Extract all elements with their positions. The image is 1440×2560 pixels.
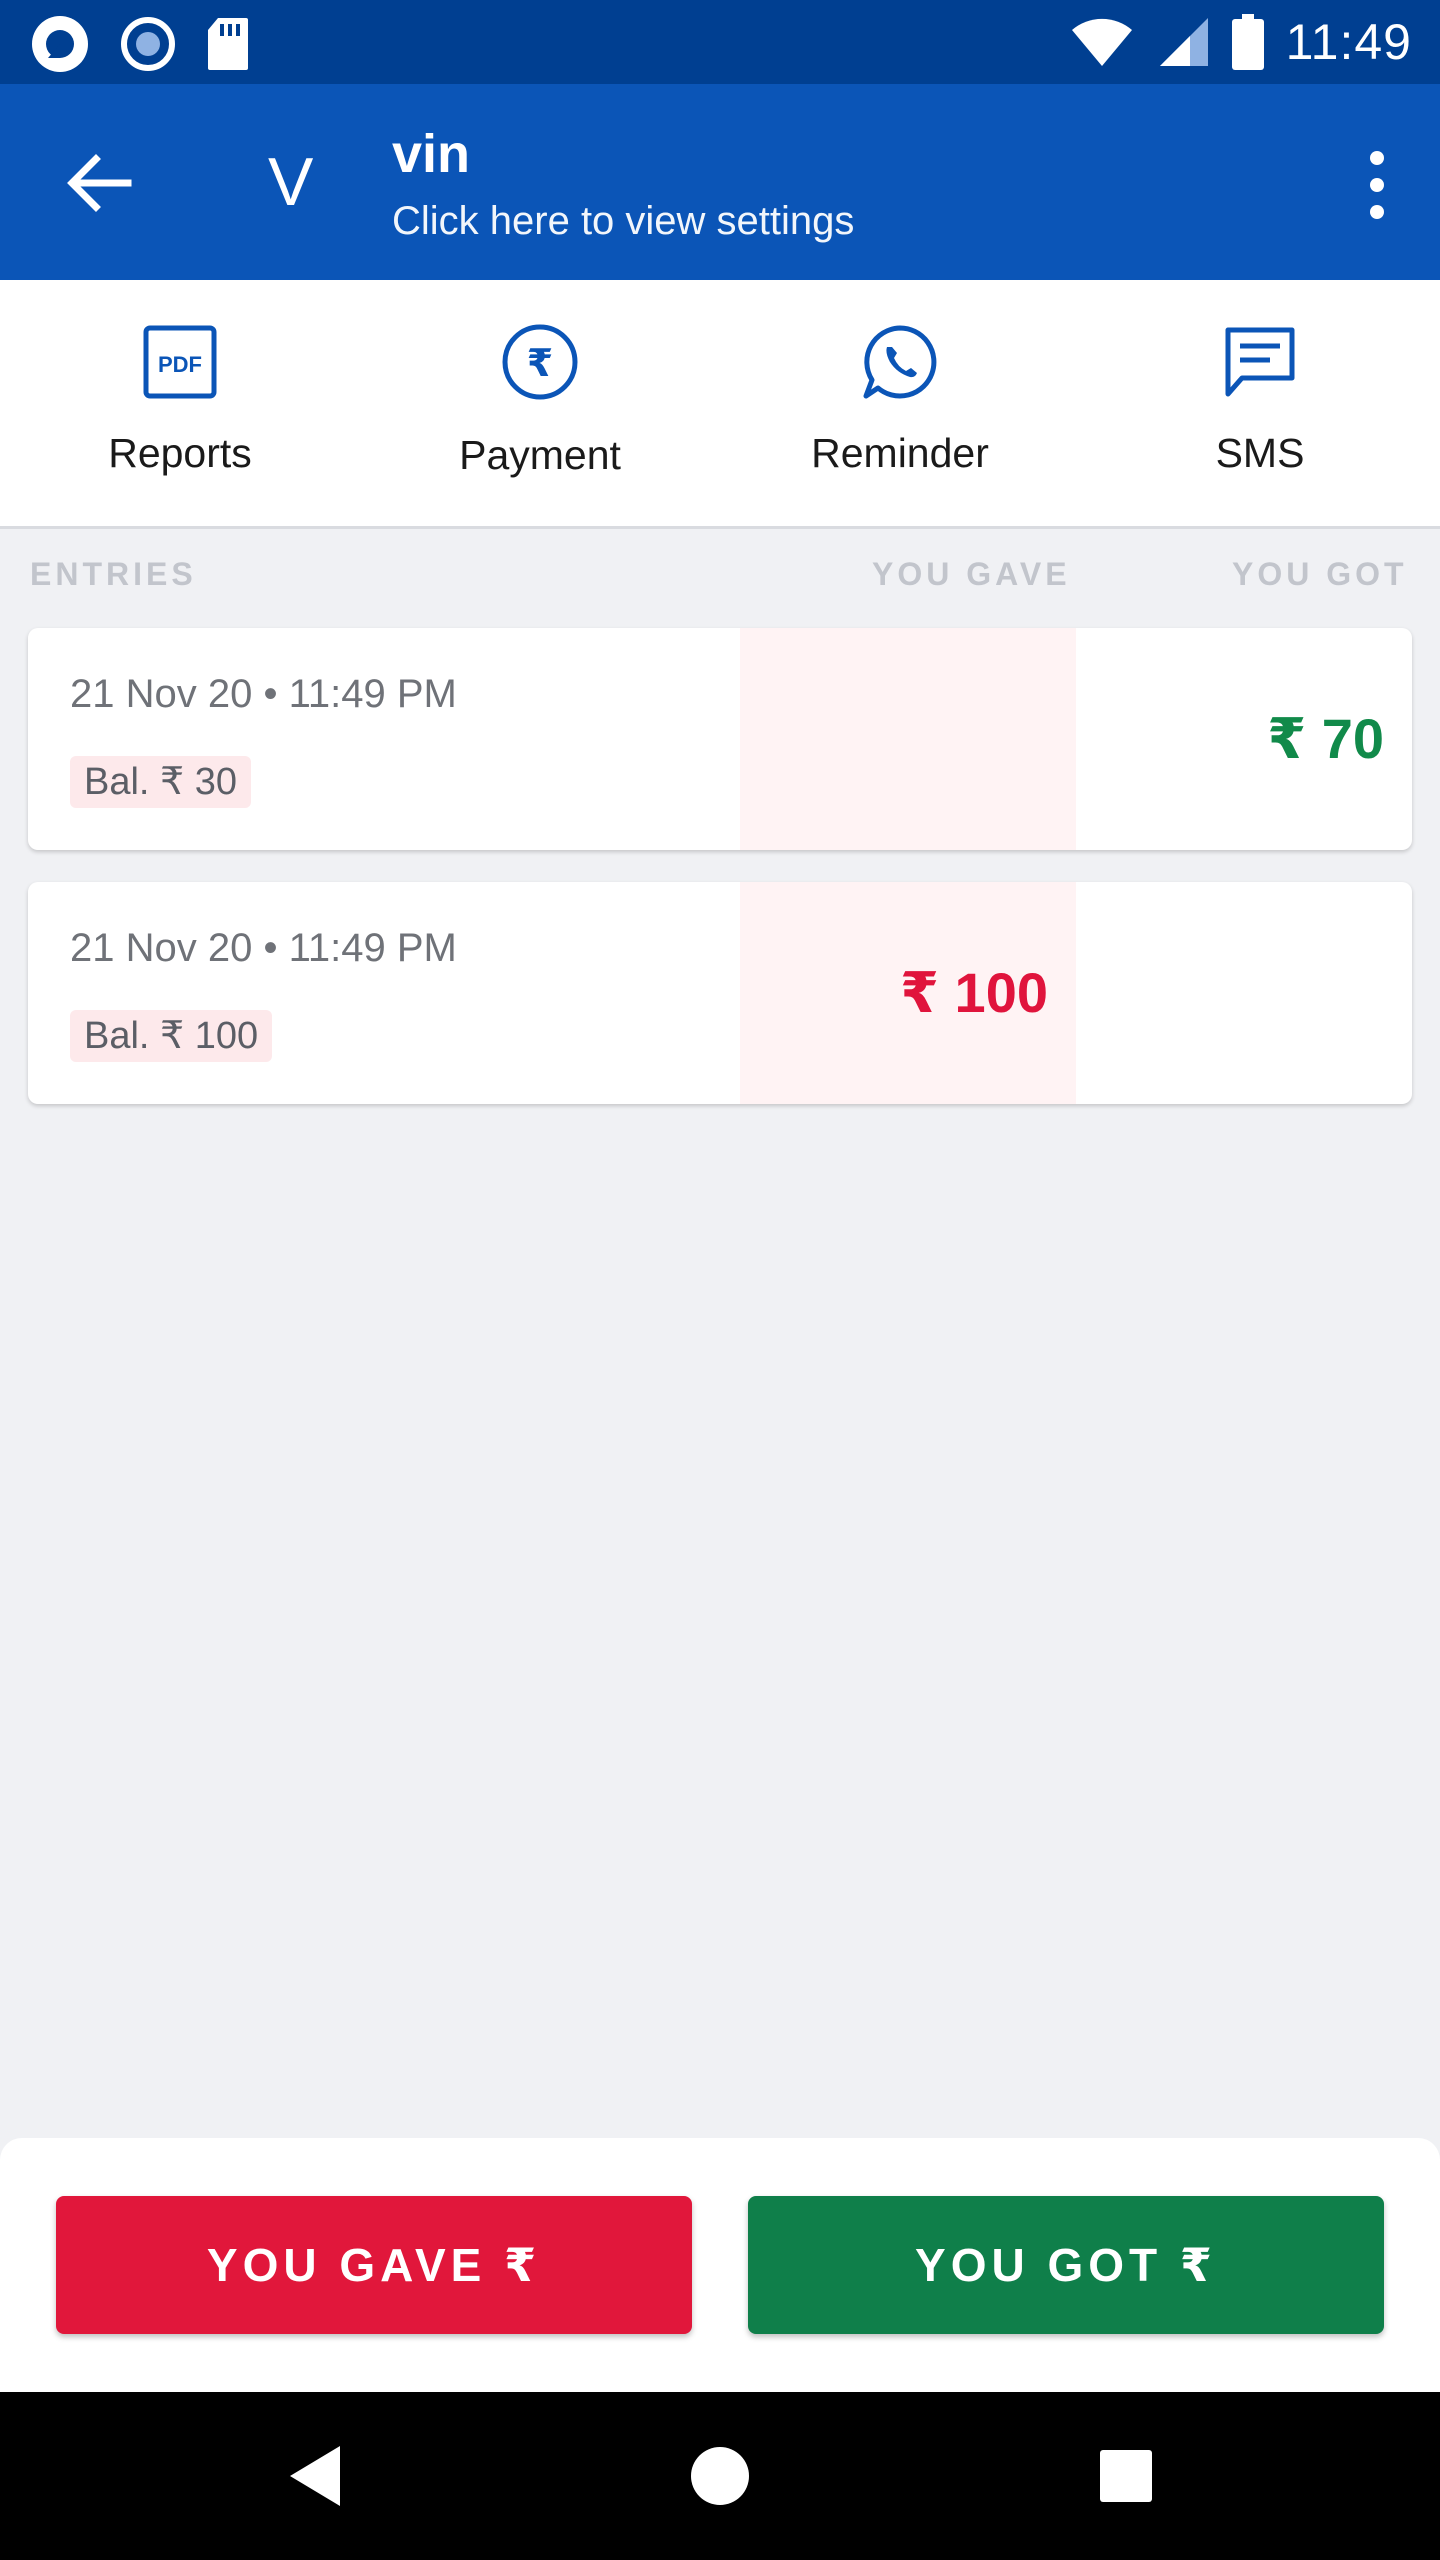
payment-label: Payment bbox=[459, 432, 621, 478]
sd-card-icon bbox=[208, 18, 248, 70]
quick-actions: PDF Reports ₹ Payment Reminder SMS bbox=[0, 280, 1440, 529]
more-options-icon[interactable] bbox=[1352, 148, 1402, 222]
pdf-icon: PDF bbox=[143, 325, 217, 399]
back-triangle-icon[interactable] bbox=[276, 2436, 356, 2516]
sms-label: SMS bbox=[1215, 430, 1305, 476]
rupee-circle-icon: ₹ bbox=[502, 324, 578, 400]
status-time: 11:49 bbox=[1285, 14, 1412, 70]
sms-button[interactable]: SMS bbox=[1080, 280, 1440, 526]
bottom-action-bar: YOU GAVE ₹ YOU GOT ₹ bbox=[0, 2138, 1440, 2392]
cell-signal-icon bbox=[1159, 18, 1208, 66]
status-bar: 11:49 bbox=[0, 0, 1440, 84]
contact-name[interactable]: vin bbox=[392, 122, 470, 186]
entry-row[interactable]: 21 Nov 20 • 11:49 PM Bal. ₹ 100 ₹ 100 bbox=[28, 882, 1412, 1104]
svg-text:₹: ₹ bbox=[527, 341, 553, 385]
app-bar: V vin Click here to view settings bbox=[0, 84, 1440, 280]
record-icon bbox=[121, 17, 175, 71]
status-right-icons: 11:49 bbox=[1070, 0, 1412, 84]
entries-column-header: ENTRIES bbox=[30, 556, 197, 592]
reminder-button[interactable]: Reminder bbox=[720, 280, 1080, 526]
app-notification-icon bbox=[32, 16, 88, 72]
you-gave-button[interactable]: YOU GAVE ₹ bbox=[56, 2196, 692, 2334]
reminder-label: Reminder bbox=[811, 430, 989, 476]
you-got-column-header: YOU GOT bbox=[1232, 556, 1408, 592]
svg-text:PDF: PDF bbox=[158, 352, 202, 377]
recents-square-icon[interactable] bbox=[1086, 2436, 1166, 2516]
entry-datetime: 21 Nov 20 • 11:49 PM bbox=[70, 672, 457, 716]
entry-got-amount: ₹ 70 bbox=[1267, 707, 1384, 770]
message-icon bbox=[1225, 327, 1295, 397]
wifi-icon bbox=[1071, 18, 1132, 66]
entry-row[interactable]: 21 Nov 20 • 11:49 PM Bal. ₹ 30 ₹ 70 bbox=[28, 628, 1412, 850]
battery-icon bbox=[1231, 14, 1264, 70]
view-settings-link[interactable]: Click here to view settings bbox=[392, 196, 854, 246]
status-left-icons bbox=[30, 14, 250, 74]
system-nav-bar bbox=[0, 2392, 1440, 2560]
home-circle-icon[interactable] bbox=[680, 2436, 760, 2516]
payment-button[interactable]: ₹ Payment bbox=[360, 280, 720, 526]
you-got-button[interactable]: YOU GOT ₹ bbox=[748, 2196, 1384, 2334]
entry-balance: Bal. ₹ 30 bbox=[70, 756, 252, 808]
entry-gave-amount: ₹ 100 bbox=[900, 961, 1048, 1024]
entry-balance: Bal. ₹ 100 bbox=[70, 1010, 273, 1062]
reports-button[interactable]: PDF Reports bbox=[0, 280, 360, 526]
entry-datetime: 21 Nov 20 • 11:49 PM bbox=[70, 926, 457, 970]
whatsapp-icon bbox=[863, 325, 937, 399]
back-arrow-icon[interactable] bbox=[62, 146, 136, 220]
reports-label: Reports bbox=[108, 430, 252, 476]
avatar[interactable]: V bbox=[268, 134, 313, 230]
gave-column-bg bbox=[740, 628, 1076, 850]
you-gave-column-header: YOU GAVE bbox=[872, 556, 1071, 592]
